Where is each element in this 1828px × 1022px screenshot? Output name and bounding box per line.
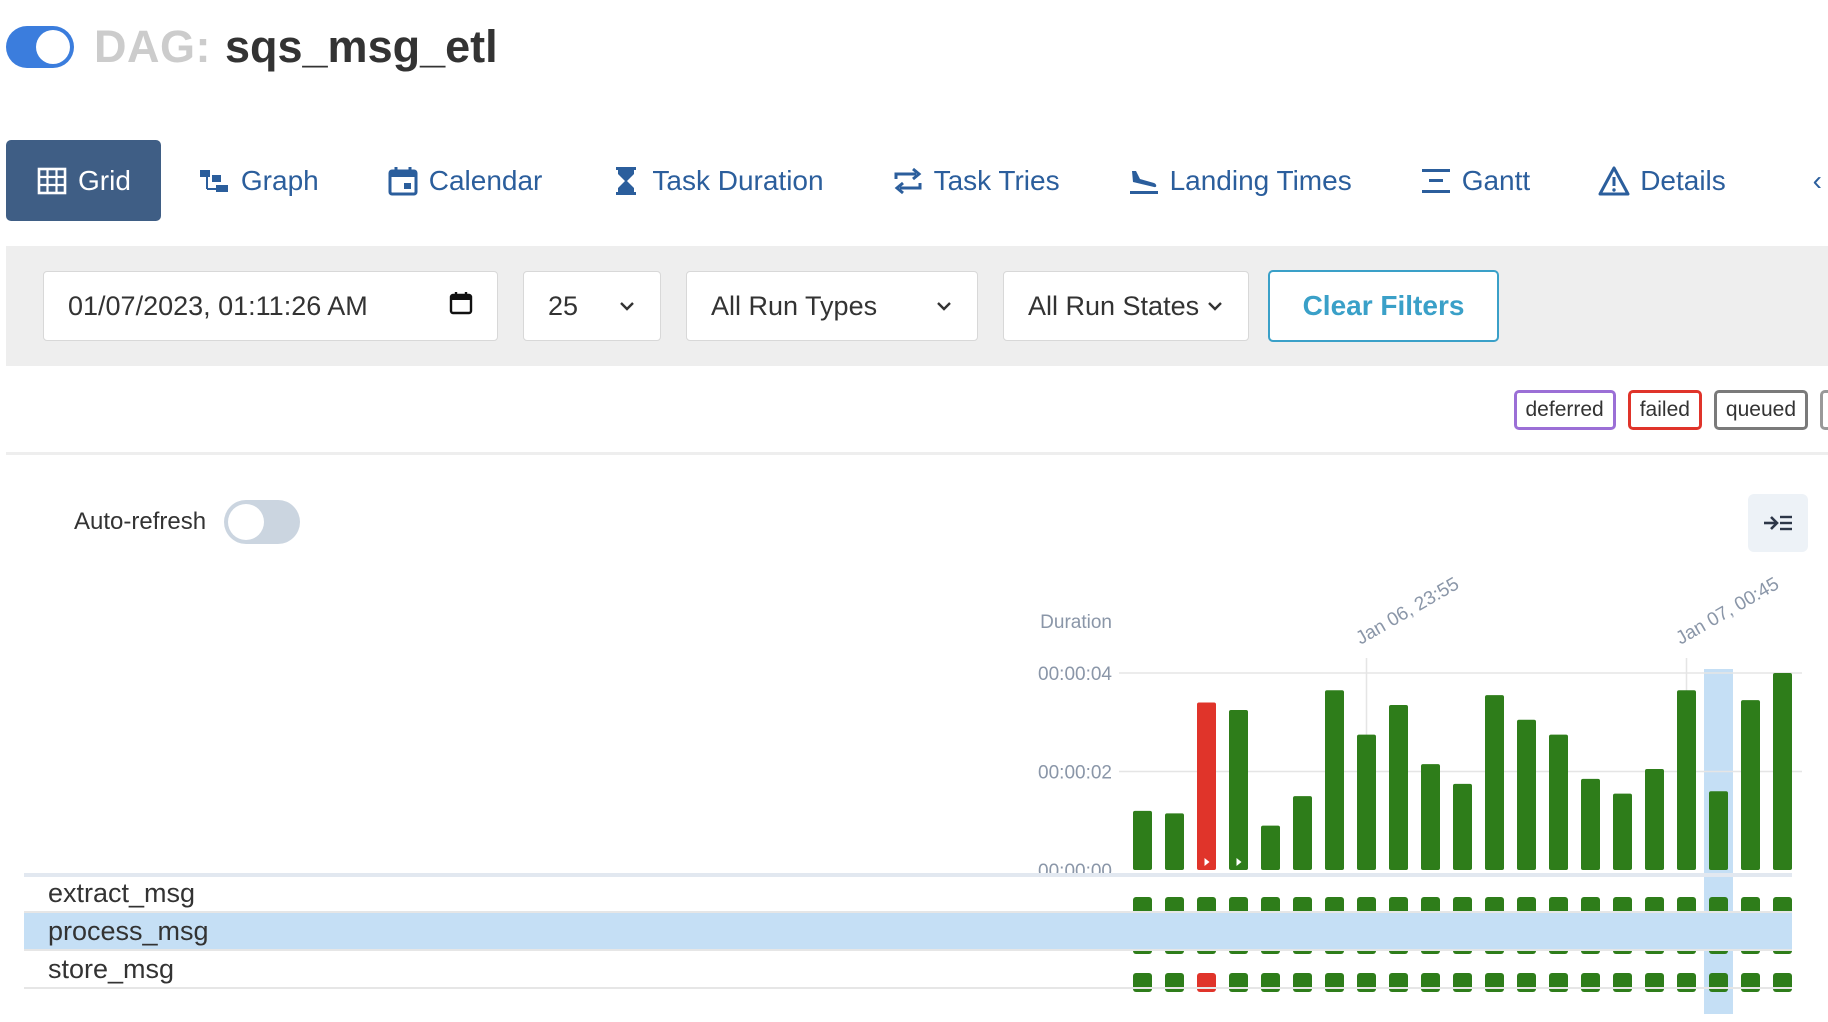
task-name[interactable]: extract_msg (48, 878, 195, 909)
base-date-input[interactable]: 01/07/2023, 01:11:26 AM (43, 271, 498, 341)
dag-id[interactable]: sqs_msg_etl (225, 21, 498, 73)
tab-label: Calendar (428, 164, 543, 196)
run-duration-bar[interactable] (1581, 778, 1600, 870)
y-tick-label: 00:00:04 (1038, 664, 1112, 685)
run-duration-bar[interactable] (1453, 783, 1472, 870)
legend-more[interactable] (1820, 390, 1828, 430)
calendar-picker-icon[interactable] (449, 291, 473, 321)
tab-label: Landing Times (1169, 164, 1352, 196)
expand-details-button[interactable] (1748, 494, 1808, 552)
tab-graph[interactable]: Graph (169, 140, 349, 221)
run-duration-bar[interactable] (1389, 705, 1408, 870)
run-state-value: All Run States (1028, 290, 1200, 321)
auto-refresh-label: Auto-refresh (74, 508, 207, 535)
run-duration-bar[interactable] (1165, 813, 1184, 870)
run-duration-bar[interactable] (1773, 673, 1792, 870)
run-type-value: All Run Types (711, 290, 878, 321)
dag-label: DAG: (94, 21, 211, 72)
run-duration-bar[interactable] (1357, 734, 1376, 870)
run-duration-bar[interactable] (1197, 702, 1216, 870)
legend-failed[interactable]: failed (1627, 390, 1702, 430)
run-duration-bar[interactable] (1613, 793, 1632, 870)
y-tick-label: 00:00:02 (1038, 763, 1112, 784)
run-duration-bar[interactable] (1229, 709, 1248, 870)
toggle-knob (228, 504, 265, 540)
run-state-select[interactable]: All Run States (1003, 271, 1249, 341)
clear-filters-button[interactable]: Clear Filters (1268, 270, 1499, 342)
run-duration-bar[interactable] (1133, 810, 1152, 870)
tab-label: Task Tries (933, 164, 1060, 196)
date-tick-label: Jan 07, 00:45 (1673, 574, 1783, 650)
tab-label: Details (1640, 164, 1726, 196)
auto-refresh-toggle[interactable] (224, 500, 301, 544)
date-tick-label: Jan 06, 23:55 (1353, 574, 1463, 650)
plane-landing-icon (1128, 165, 1160, 197)
tab-task-tries[interactable]: Task Tries (862, 140, 1090, 221)
tab-landing-times[interactable]: Landing Times (1098, 140, 1382, 221)
run-duration-bar[interactable] (1325, 690, 1344, 870)
tabs-scroll-left-icon[interactable]: ‹ (1807, 140, 1828, 221)
tab-label: Graph (240, 164, 319, 196)
tab-task-duration[interactable]: Task Duration (580, 140, 853, 221)
auto-refresh: Auto-refresh (74, 500, 301, 544)
base-date-value: 01/07/2023, 01:11:26 AM (68, 290, 368, 321)
calendar-icon (387, 165, 419, 197)
toggle-knob (36, 30, 70, 64)
run-duration-bar[interactable] (1517, 719, 1536, 870)
legend-deferred[interactable]: deferred (1513, 390, 1616, 430)
run-duration-bar[interactable] (1645, 769, 1664, 870)
legend-queued[interactable]: queued (1713, 390, 1808, 430)
dag-pause-toggle[interactable] (6, 26, 74, 68)
view-tabs: Grid Graph Calendar Task Duration Task T… (6, 140, 1828, 221)
run-duration-bar[interactable] (1549, 734, 1568, 870)
run-type-select[interactable]: All Run Types (686, 271, 978, 341)
tab-grid[interactable]: Grid (6, 140, 161, 221)
task-rows: extract_msg process_msg store_msg (24, 875, 1792, 989)
warning-triangle-icon (1598, 165, 1630, 197)
tab-details[interactable]: Details (1568, 140, 1756, 221)
tab-label: Gantt (1461, 164, 1531, 196)
chevron-down-icon (935, 295, 953, 318)
run-duration-bar[interactable] (1677, 690, 1696, 870)
task-row[interactable]: process_msg (24, 913, 1792, 951)
y-axis-label: Duration (1040, 612, 1112, 633)
run-duration-bar[interactable] (1261, 825, 1280, 870)
tab-label: Task Duration (652, 164, 824, 196)
grid-icon (36, 165, 68, 197)
gantt-icon (1420, 165, 1452, 197)
run-duration-bar[interactable] (1485, 695, 1504, 870)
hourglass-icon (610, 165, 642, 197)
run-duration-bar[interactable] (1421, 764, 1440, 870)
dag-grid: 00:00:00 00:00:02 00:00:04 Duration Jan 06, … (0, 560, 1828, 1022)
tab-label: Grid (78, 164, 131, 196)
dag-header: DAG: sqs_msg_etl (6, 21, 498, 73)
run-duration-bar[interactable] (1709, 791, 1728, 870)
task-row[interactable]: extract_msg (24, 875, 1792, 913)
chevron-down-icon (618, 295, 636, 318)
filter-bar: 01/07/2023, 01:11:26 AM 25 All Run Types… (6, 246, 1828, 366)
chevron-down-icon (1206, 295, 1224, 318)
state-legend: deferred failed queued (1513, 390, 1828, 430)
tab-gantt[interactable]: Gantt (1390, 140, 1560, 221)
task-row[interactable]: store_msg (24, 951, 1792, 989)
task-name[interactable]: store_msg (48, 954, 174, 985)
repeat-icon (892, 165, 924, 197)
num-runs-select[interactable]: 25 (523, 271, 661, 341)
task-name[interactable]: process_msg (48, 916, 209, 947)
tab-calendar[interactable]: Calendar (357, 140, 573, 221)
run-duration-bar[interactable] (1293, 796, 1312, 870)
expand-arrow-icon (1764, 515, 1792, 531)
graph-icon (199, 165, 231, 197)
num-runs-value: 25 (548, 290, 579, 321)
divider (6, 452, 1828, 455)
run-duration-bar[interactable] (1741, 700, 1760, 870)
